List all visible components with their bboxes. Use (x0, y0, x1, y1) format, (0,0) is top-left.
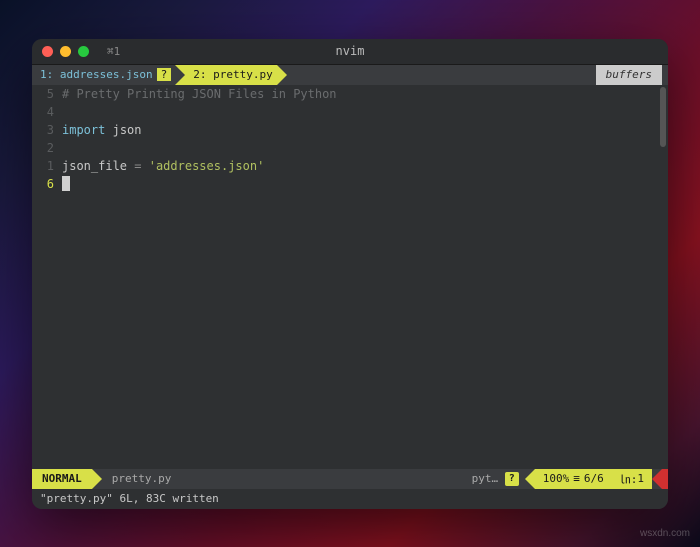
watermark: wsxdn.com (640, 528, 690, 539)
modified-icon: ? (157, 68, 172, 81)
titlebar: ⌘1 nvim (32, 39, 668, 65)
command-message: "pretty.py" 6L, 83C written (40, 492, 219, 505)
line-number: 1 (32, 157, 54, 175)
variable: json_file (62, 159, 127, 173)
close-icon[interactable] (42, 46, 53, 57)
filetype-text: pyt… (472, 472, 499, 485)
filetype-icon: ? (505, 472, 519, 486)
status-filetype: pyt… ? (466, 469, 525, 489)
separator-icon (525, 469, 535, 489)
mode-indicator: NORMAL (32, 469, 92, 489)
code-line (62, 103, 668, 121)
error-indicator (662, 469, 668, 489)
line-number: 3 (32, 121, 54, 139)
code-content[interactable]: # Pretty Printing JSON Files in Python i… (62, 85, 668, 469)
status-filename: pretty.py (102, 469, 182, 489)
buffer-name: pretty.py (213, 68, 273, 81)
line-number: 4 (32, 103, 54, 121)
line-number-gutter: 5 4 3 2 1 6 (32, 85, 62, 469)
separator-icon (652, 469, 662, 489)
terminal-window: ⌘1 nvim 1: addresses.json ? 2: pretty.py… (32, 39, 668, 509)
buffer-name: addresses.json (60, 68, 153, 81)
line-count: 6/6 (584, 472, 604, 485)
terminal-tab-indicator: ⌘1 (107, 45, 120, 58)
code-line (62, 139, 668, 157)
status-column: ㏑:1 (612, 469, 652, 489)
code-line: json_file = 'addresses.json' (62, 157, 668, 175)
line-number-current: 6 (32, 175, 54, 193)
separator-icon (92, 469, 102, 489)
zoom-icon[interactable] (78, 46, 89, 57)
traffic-lights (42, 46, 89, 57)
code-line: # Pretty Printing JSON Files in Python (62, 85, 668, 103)
comment-text: # Pretty Printing JSON Files in Python (62, 87, 337, 101)
editor-area[interactable]: 5 4 3 2 1 6 # Pretty Printing JSON Files… (32, 85, 668, 469)
buffers-label: buffers (596, 65, 662, 85)
col-number: 1 (637, 472, 644, 485)
code-line-cursor (62, 175, 668, 193)
window-title: nvim (336, 44, 365, 58)
hamburger-icon: ≡ (573, 472, 580, 485)
module-name: json (113, 123, 142, 137)
buffer-index: 1: (40, 68, 53, 81)
separator-icon (175, 65, 185, 85)
buffer-tab[interactable]: 1: addresses.json ? (32, 65, 175, 85)
statusline-spacer (181, 469, 465, 489)
percent-text: 100% (543, 472, 570, 485)
keyword: import (62, 123, 105, 137)
cursor-icon (62, 176, 70, 191)
string-literal: 'addresses.json' (149, 159, 265, 173)
operator: = (134, 159, 141, 173)
buffer-tab-active[interactable]: 2: pretty.py (185, 65, 276, 85)
scrollbar[interactable] (660, 87, 666, 147)
line-number: 5 (32, 85, 54, 103)
line-number: 2 (32, 139, 54, 157)
minimize-icon[interactable] (60, 46, 71, 57)
code-line: import json (62, 121, 668, 139)
statusline: NORMAL pretty.py pyt… ? 100% ≡ 6/6 ㏑:1 (32, 469, 668, 489)
command-line[interactable]: "pretty.py" 6L, 83C written (32, 489, 668, 509)
buffer-tabline: 1: addresses.json ? 2: pretty.py buffers (32, 65, 668, 85)
separator-icon (277, 65, 287, 85)
status-percent: 100% ≡ 6/6 (535, 469, 612, 489)
buffer-index: 2: (193, 68, 206, 81)
col-icon: ㏑: (620, 471, 638, 487)
